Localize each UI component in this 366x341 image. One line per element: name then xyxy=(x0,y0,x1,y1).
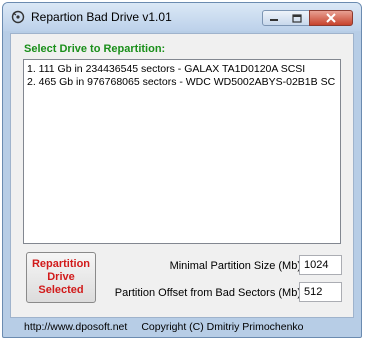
main-panel: Select Drive to Repartition: 1. 111 Gb i… xyxy=(10,33,354,318)
drive-list-item[interactable]: 1. 111 Gb in 234436545 sectors - GALAX T… xyxy=(27,63,340,76)
status-bar: http://www.dposoft.net Copyright (C) Dmi… xyxy=(10,319,354,335)
window-title: Repartion Bad Drive v1.01 xyxy=(31,10,172,24)
close-icon xyxy=(326,13,336,23)
app-window: Repartion Bad Drive v1.01 Select Drive t… xyxy=(2,2,362,338)
repartition-drive-button[interactable]: Repartition Drive Selected xyxy=(26,252,96,303)
minimize-button[interactable] xyxy=(262,10,286,26)
app-icon xyxy=(11,10,25,24)
repartition-button-line: Selected xyxy=(38,284,84,296)
drive-listbox[interactable]: 1. 111 Gb in 234436545 sectors - GALAX T… xyxy=(23,59,341,244)
copyright-text: Copyright (C) Dmitriy Primochenko xyxy=(141,321,304,333)
website-link[interactable]: http://www.dposoft.net xyxy=(24,321,127,333)
min-partition-size-label: Minimal Partition Size (Mb) xyxy=(169,260,301,272)
min-partition-size-input[interactable] xyxy=(299,255,342,275)
maximize-button[interactable] xyxy=(285,10,310,26)
maximize-icon xyxy=(292,13,302,23)
repartition-button-line: Repartition xyxy=(31,258,91,270)
repartition-button-line: Drive xyxy=(47,271,75,283)
select-drive-label: Select Drive to Repartition: xyxy=(24,43,166,55)
partition-offset-input[interactable] xyxy=(299,282,342,302)
partition-offset-label: Partition Offset from Bad Sectors (Mb) xyxy=(114,287,301,299)
close-button[interactable] xyxy=(309,10,353,26)
minimize-icon xyxy=(270,19,278,21)
drive-list-item[interactable]: 2. 465 Gb in 976768065 sectors - WDC WD5… xyxy=(27,76,340,89)
title-bar[interactable]: Repartion Bad Drive v1.01 xyxy=(3,3,361,31)
